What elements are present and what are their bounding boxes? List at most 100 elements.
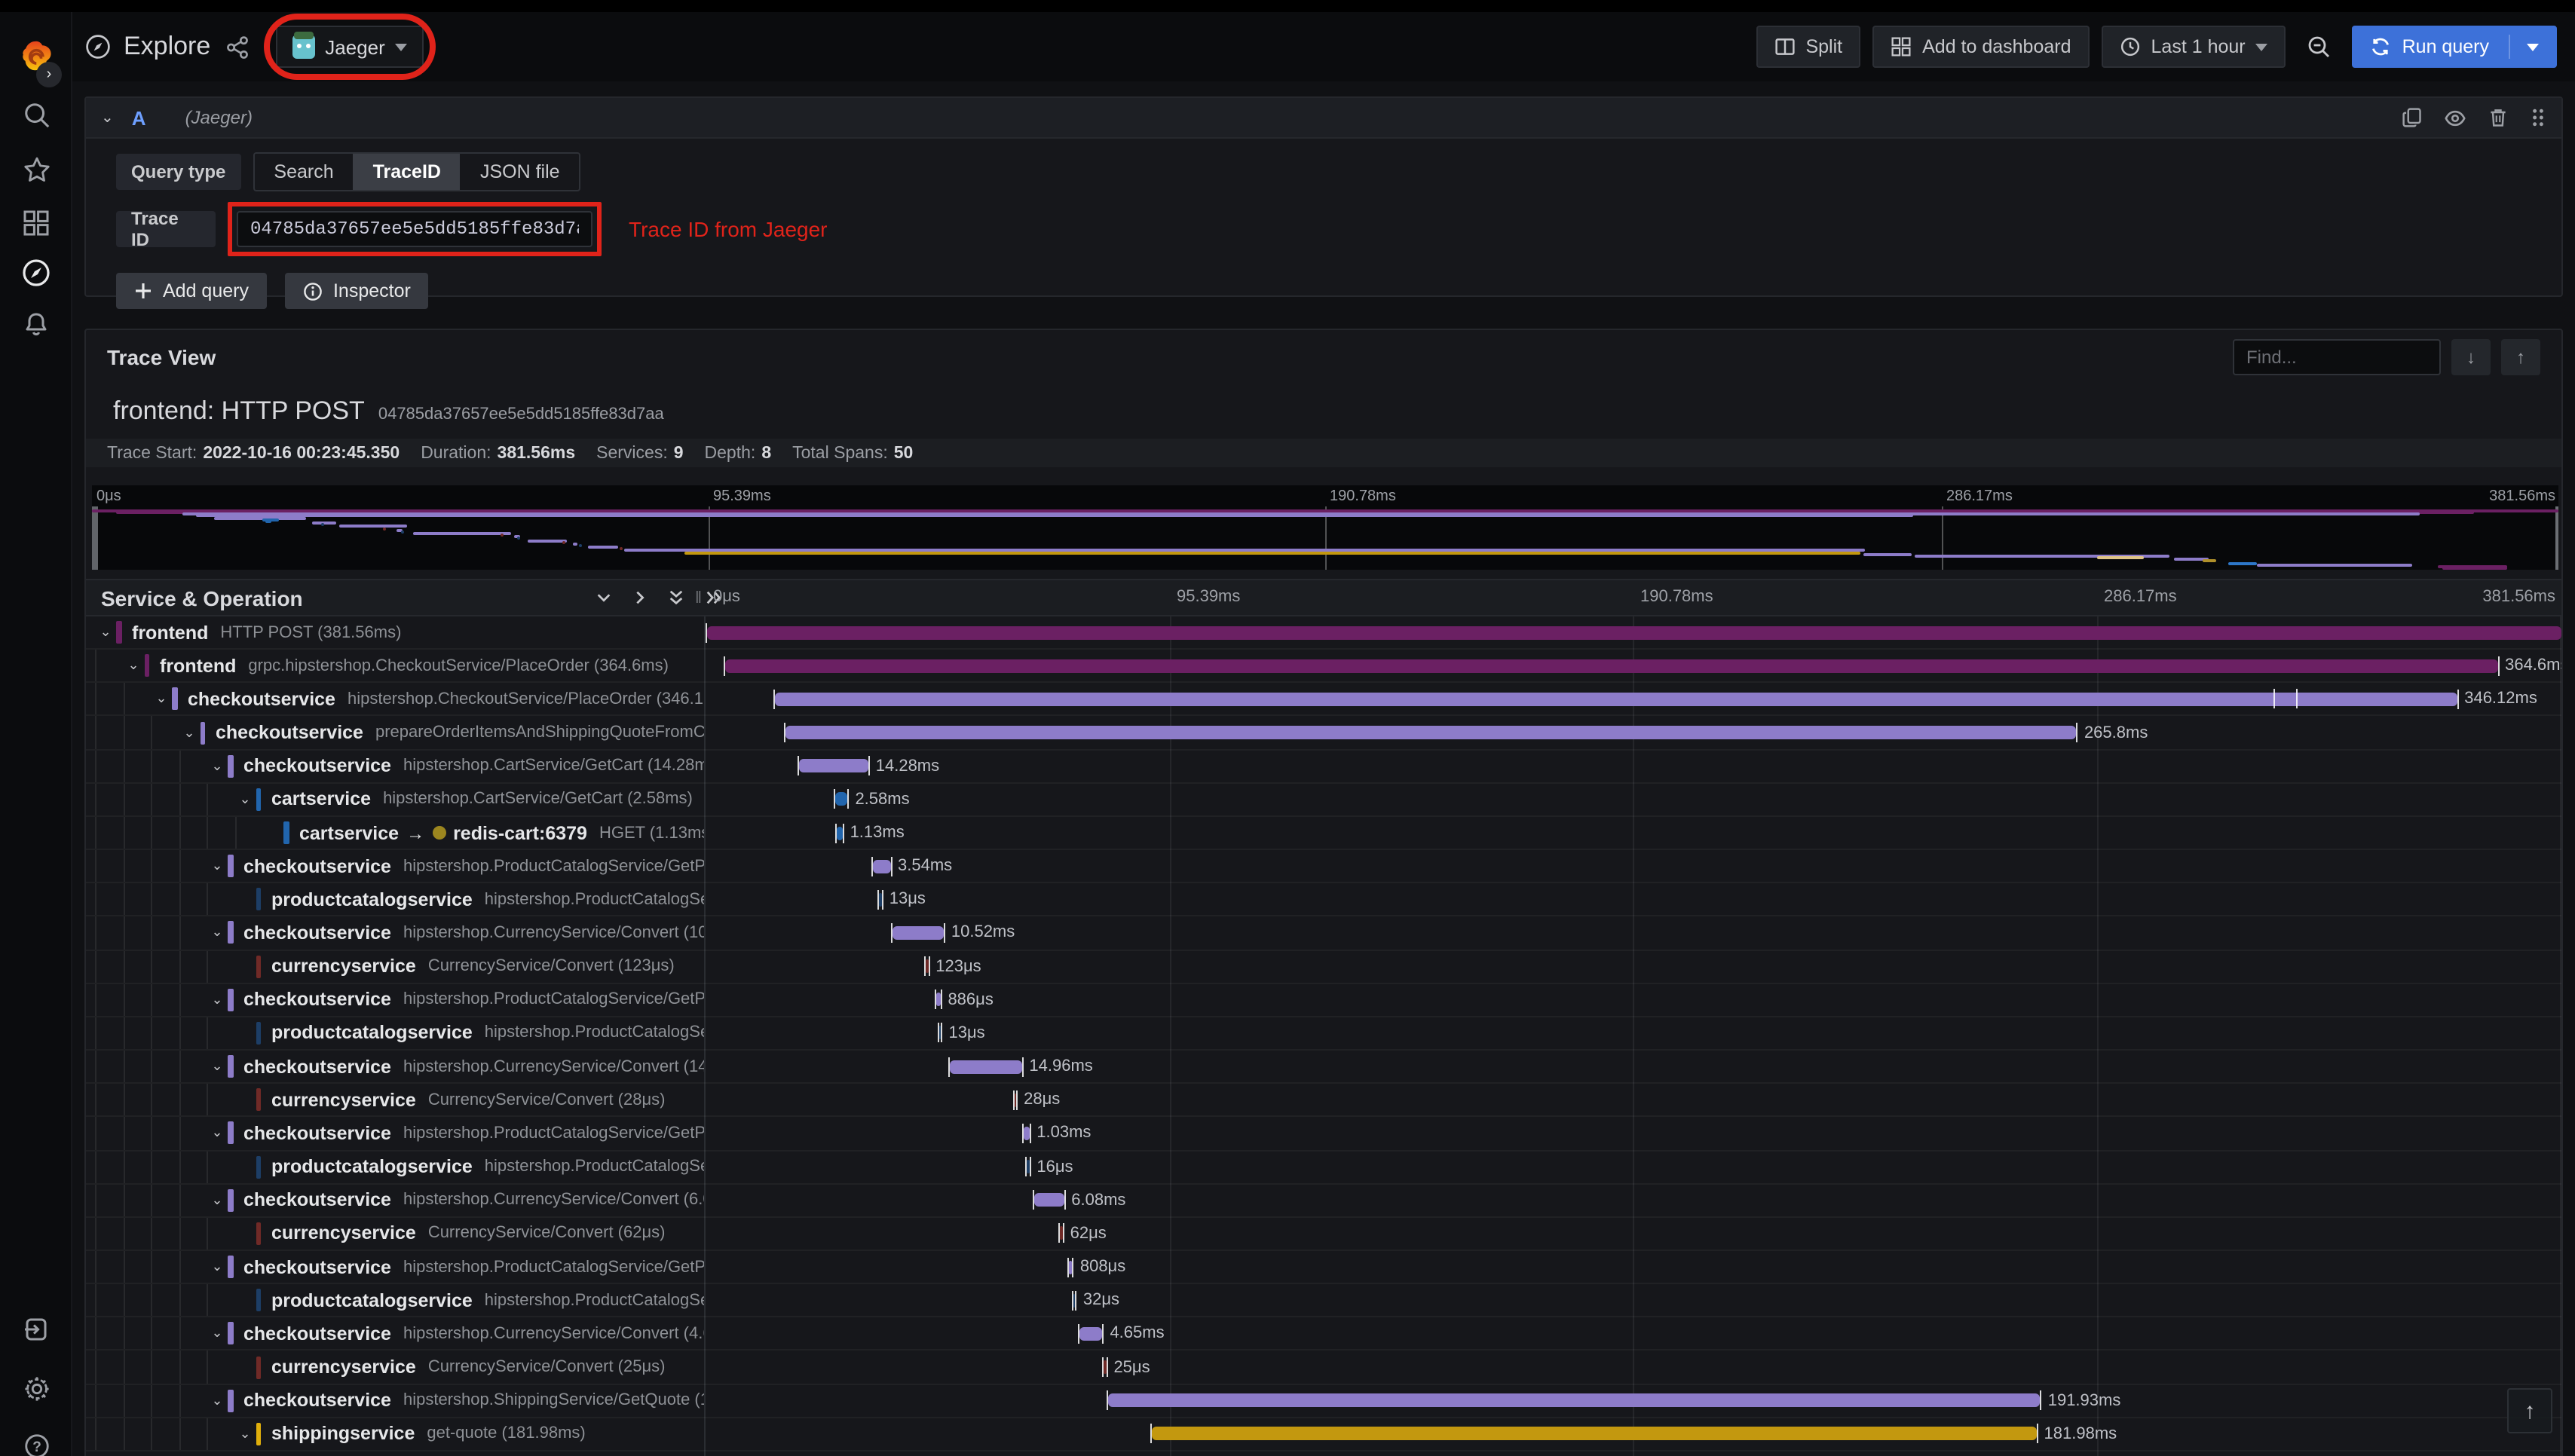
minimap-left-handle[interactable] bbox=[92, 506, 98, 570]
span-bar[interactable]: 191.93ms bbox=[1106, 1390, 2120, 1411]
span-timeline-cell[interactable]: 32μs bbox=[707, 1284, 2561, 1316]
span-timeline-cell[interactable]: 191.93ms bbox=[707, 1384, 2561, 1416]
collapse-one-icon[interactable] bbox=[596, 589, 612, 606]
query-type-tab-json-file[interactable]: JSON file bbox=[461, 154, 580, 190]
find-prev-button[interactable]: ↑ bbox=[2501, 339, 2540, 375]
span-timeline-cell[interactable]: 265.8ms bbox=[707, 717, 2561, 748]
span-timeline-cell[interactable]: 1.13ms bbox=[707, 817, 2561, 849]
span-row[interactable]: ⌄ shippingservice get-quote (181.98ms) 181.… bbox=[86, 1418, 2561, 1451]
span-row[interactable]: ⌄ checkoutservice hipstershop.ProductCatal… bbox=[86, 1250, 2561, 1285]
span-bar[interactable]: 14.96ms bbox=[948, 1057, 1093, 1077]
minimap-right-handle[interactable] bbox=[2555, 506, 2558, 570]
sign-in-icon[interactable] bbox=[15, 1308, 57, 1350]
time-range-picker[interactable]: Last 1 hour bbox=[2101, 26, 2286, 68]
span-expand-chevron-icon[interactable]: ⌄ bbox=[207, 1259, 228, 1275]
span-row[interactable]: ⌄ checkoutservice hipstershop.CheckoutServ… bbox=[86, 683, 2561, 717]
span-bar[interactable]: 13μs bbox=[877, 889, 926, 910]
add-to-dashboard-button[interactable]: Add to dashboard bbox=[1872, 26, 2090, 68]
span-row[interactable]: ⌄ checkoutservice prepareOrderItemsAndShip… bbox=[86, 716, 2561, 751]
span-row[interactable]: productcatalogservice hipstershop.Product… bbox=[86, 883, 2561, 917]
span-expand-chevron-icon[interactable]: ⌄ bbox=[207, 925, 228, 941]
starred-icon[interactable] bbox=[15, 148, 57, 190]
span-row[interactable]: currencyservice CurrencyService/Convert (… bbox=[86, 1350, 2561, 1385]
span-expand-chevron-icon[interactable]: ⌄ bbox=[207, 757, 228, 774]
span-timeline-cell[interactable]: 364.6ms bbox=[707, 650, 2561, 681]
span-row[interactable]: productcatalogservice hipstershop.Product… bbox=[86, 1284, 2561, 1318]
collapse-all-icon[interactable] bbox=[668, 588, 684, 607]
span-timeline-cell[interactable]: 13μs bbox=[707, 1017, 2561, 1049]
span-row[interactable]: ⌄ checkoutservice hipstershop.CurrencyServ… bbox=[86, 1184, 2561, 1218]
span-timeline-cell[interactable]: 62μs bbox=[707, 1218, 2561, 1250]
span-expand-chevron-icon[interactable]: ⌄ bbox=[95, 624, 116, 641]
span-row[interactable]: ⌄ checkoutservice hipstershop.ProductCatal… bbox=[86, 983, 2561, 1017]
share-icon[interactable] bbox=[225, 35, 248, 58]
span-timeline-cell[interactable] bbox=[706, 616, 2561, 648]
span-expand-chevron-icon[interactable]: ⌄ bbox=[207, 1125, 228, 1142]
span-timeline-cell[interactable]: 3.54ms bbox=[707, 850, 2561, 882]
search-icon[interactable] bbox=[15, 93, 57, 136]
span-expand-chevron-icon[interactable]: ⌄ bbox=[123, 657, 144, 674]
span-timeline-cell[interactable]: 2.58ms bbox=[707, 784, 2561, 815]
expand-one-icon[interactable] bbox=[632, 589, 648, 606]
span-expand-chevron-icon[interactable]: ⌄ bbox=[151, 691, 172, 708]
help-icon[interactable]: ? bbox=[15, 1424, 57, 1456]
query-type-tab-search[interactable]: Search bbox=[254, 154, 353, 190]
span-row[interactable]: productcatalogservice hipstershop.Product… bbox=[86, 1151, 2561, 1185]
column-resize-handle[interactable]: ‖ bbox=[695, 589, 703, 607]
duplicate-query-icon[interactable] bbox=[2402, 107, 2423, 128]
span-expand-chevron-icon[interactable]: ⌄ bbox=[234, 1426, 256, 1442]
alerting-bell-icon[interactable] bbox=[15, 303, 57, 345]
span-expand-chevron-icon[interactable]: ⌄ bbox=[207, 1392, 228, 1409]
minimap-canvas[interactable] bbox=[92, 506, 2558, 570]
span-timeline-cell[interactable]: 13μs bbox=[707, 884, 2561, 916]
span-expand-chevron-icon[interactable]: ⌄ bbox=[207, 1058, 228, 1075]
span-bar[interactable]: 3.54ms bbox=[871, 856, 952, 876]
span-timeline-cell[interactable]: 181.98ms bbox=[707, 1418, 2561, 1450]
drag-handle-icon[interactable] bbox=[2530, 107, 2546, 128]
span-timeline-cell[interactable]: 28μs bbox=[707, 1084, 2561, 1115]
span-timeline-cell[interactable]: 25μs bbox=[707, 1351, 2561, 1383]
span-row[interactable]: ⌄ checkoutservice hipstershop.CurrencyServ… bbox=[86, 916, 2561, 951]
span-bar[interactable]: 6.08ms bbox=[1033, 1190, 1125, 1210]
span-row[interactable]: ⌄ checkoutservice hipstershop.ProductCatal… bbox=[86, 850, 2561, 884]
split-button[interactable]: Split bbox=[1756, 26, 1861, 68]
span-row[interactable]: currencyservice CurrencyService/Convert (… bbox=[86, 1217, 2561, 1251]
span-timeline-cell[interactable]: 346.12ms bbox=[707, 684, 2561, 715]
span-timeline-cell[interactable]: 6.08ms bbox=[707, 1184, 2561, 1216]
add-query-button[interactable]: Add query bbox=[116, 273, 267, 309]
span-bar[interactable]: 181.98ms bbox=[1150, 1424, 2117, 1444]
span-row[interactable]: currencyservice CurrencyService/Convert (… bbox=[86, 950, 2561, 984]
query-type-tab-traceid[interactable]: TraceID bbox=[353, 154, 461, 190]
span-row[interactable]: ⌄ checkoutservice hipstershop.CurrencyServ… bbox=[86, 1051, 2561, 1084]
span-row[interactable]: ⌄ frontend HTTP POST (381.56ms) bbox=[86, 616, 2561, 650]
span-bar[interactable]: 28μs bbox=[1012, 1090, 1060, 1110]
span-timeline-cell[interactable]: 123μs bbox=[707, 950, 2561, 982]
span-bar[interactable]: 4.65ms bbox=[1078, 1323, 1165, 1344]
span-expand-chevron-icon[interactable]: ⌄ bbox=[207, 1326, 228, 1342]
explore-icon[interactable] bbox=[15, 252, 57, 294]
span-row[interactable]: ⌄ cartservice hipstershop.CartService/GetC… bbox=[86, 783, 2561, 817]
query-row-header[interactable]: ⌄ A (Jaeger) bbox=[86, 98, 2561, 139]
datasource-picker[interactable]: Jaeger bbox=[263, 14, 436, 80]
span-timeline-cell[interactable]: 14.96ms bbox=[707, 1051, 2561, 1082]
span-bar[interactable] bbox=[706, 622, 2561, 643]
trace-minimap[interactable]: 0μs 95.39ms 190.78ms 286.17ms 381.56ms bbox=[92, 485, 2558, 570]
span-bar[interactable]: 13μs bbox=[937, 1023, 985, 1043]
span-bar[interactable]: 32μs bbox=[1071, 1290, 1119, 1311]
span-bar[interactable]: 1.13ms bbox=[835, 823, 905, 843]
span-bar[interactable]: 62μs bbox=[1058, 1223, 1107, 1243]
span-row[interactable]: productcatalogservice hipstershop.Product… bbox=[86, 1017, 2561, 1051]
span-expand-chevron-icon[interactable]: ⌄ bbox=[207, 1191, 228, 1208]
span-timeline-cell[interactable]: 4.65ms bbox=[707, 1318, 2561, 1350]
span-timeline-cell[interactable]: 808μs bbox=[707, 1251, 2561, 1283]
settings-gear-icon[interactable] bbox=[15, 1367, 57, 1409]
dashboards-icon[interactable] bbox=[15, 202, 57, 244]
span-row[interactable]: ⌄ checkoutservice hipstershop.ProductCatal… bbox=[86, 1117, 2561, 1151]
span-bar[interactable]: 16μs bbox=[1025, 1157, 1073, 1177]
span-bar[interactable]: 886μs bbox=[934, 990, 994, 1010]
find-input[interactable] bbox=[2233, 339, 2441, 375]
trace-id-input[interactable] bbox=[237, 211, 592, 247]
run-query-button[interactable]: Run query bbox=[2352, 26, 2557, 68]
span-timeline-cell[interactable]: 16μs bbox=[707, 1151, 2561, 1182]
span-bar[interactable]: 1.03ms bbox=[1022, 1123, 1091, 1143]
